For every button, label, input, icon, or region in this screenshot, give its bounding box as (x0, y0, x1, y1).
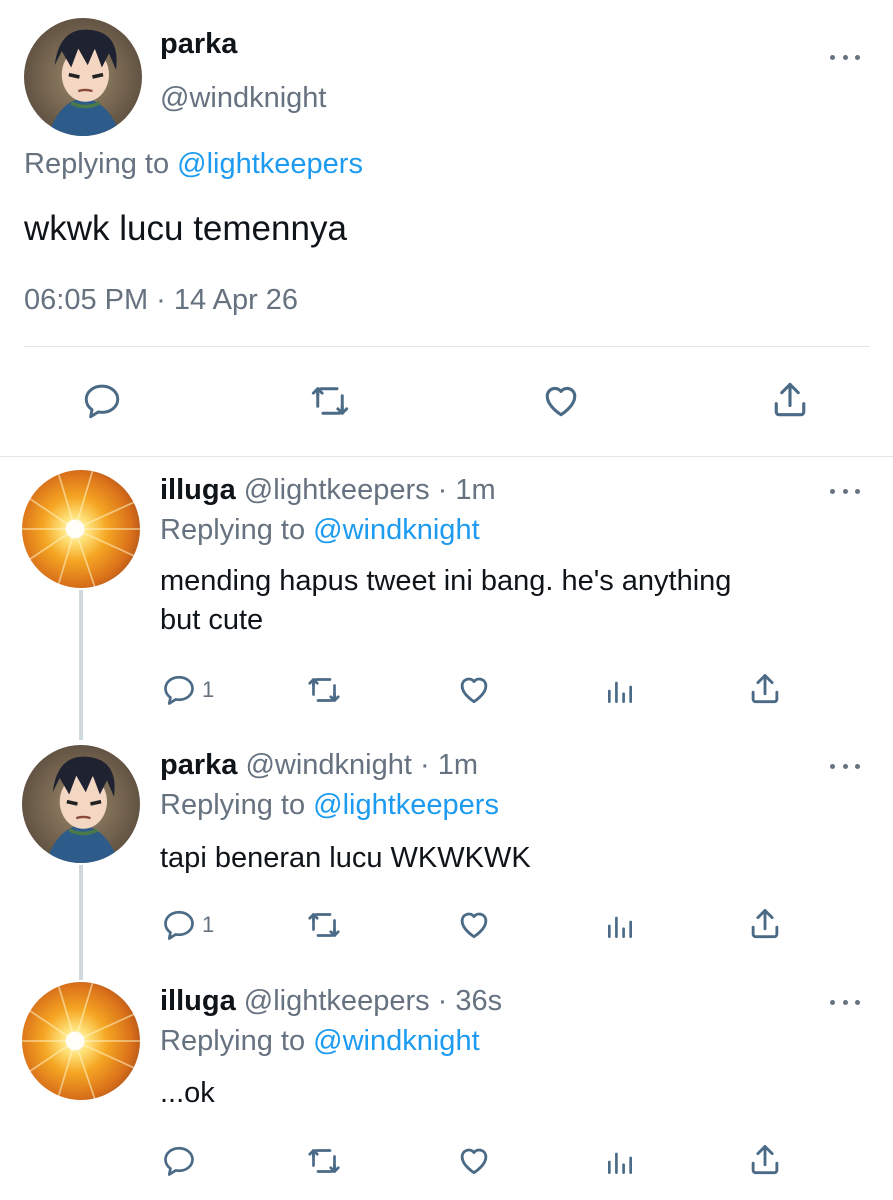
avatar-illuga[interactable] (22, 470, 140, 588)
reply-text-line: ...ok (160, 1077, 215, 1109)
more-icon[interactable] (830, 997, 860, 1007)
share-icon[interactable] (746, 1141, 784, 1179)
replying-to-line: Replying to @lightkeepers (24, 148, 363, 181)
analytics-icon[interactable] (604, 674, 636, 708)
retweet-icon[interactable] (304, 672, 344, 708)
replying-prefix: Replying to (160, 1025, 306, 1057)
replying-to-link[interactable]: @lightkeepers (313, 789, 499, 821)
like-icon[interactable] (454, 905, 494, 943)
replying-to-link[interactable]: @windknight (313, 514, 479, 546)
reply-count: 1 (202, 912, 215, 937)
reply-button[interactable]: 1 (160, 907, 214, 943)
reply-icon (160, 907, 198, 943)
thread-line (79, 590, 83, 740)
retweet-icon[interactable] (304, 1143, 344, 1179)
reply-author-name[interactable]: illuga (160, 474, 236, 506)
retweet-icon[interactable] (304, 907, 344, 943)
reply-meta[interactable]: @lightkeepers · 36s (244, 985, 502, 1017)
replying-to-line: Replying to @windknight (160, 514, 480, 547)
tweet-timestamp[interactable]: 06:05 PM · 14 Apr 26 (24, 284, 298, 317)
analytics-icon[interactable] (604, 1145, 636, 1179)
tweet-text: wkwk lucu temennya (24, 209, 347, 248)
share-icon[interactable] (746, 905, 784, 943)
reply-author-name[interactable]: illuga (160, 985, 236, 1017)
share-icon[interactable] (746, 670, 784, 708)
retweet-icon[interactable] (306, 380, 354, 422)
reply-meta[interactable]: @lightkeepers · 1m (244, 474, 496, 506)
replying-prefix: Replying to (160, 789, 306, 821)
reply-count: 1 (202, 677, 215, 702)
reply-header: parka @windknight · 1m (160, 749, 478, 782)
thread-line (79, 865, 83, 980)
replying-to-line: Replying to @windknight (160, 1025, 480, 1058)
reply-icon[interactable] (80, 380, 124, 422)
avatar-parka[interactable] (22, 745, 140, 863)
replying-prefix: Replying to (24, 148, 170, 180)
reply-button[interactable]: 1 (160, 672, 214, 708)
more-icon[interactable] (830, 486, 860, 496)
divider (24, 346, 870, 347)
reply-text-line: tapi beneran lucu WKWKWK (160, 842, 531, 874)
share-icon[interactable] (768, 378, 812, 422)
analytics-icon[interactable] (604, 909, 636, 943)
more-icon[interactable] (830, 761, 860, 771)
avatar-illuga[interactable] (22, 982, 140, 1100)
like-icon[interactable] (454, 1141, 494, 1179)
reply-header: illuga @lightkeepers · 1m (160, 474, 496, 507)
replying-to-line: Replying to @lightkeepers (160, 789, 499, 822)
avatar-parka[interactable] (24, 18, 142, 136)
replying-to-link[interactable]: @windknight (313, 1025, 479, 1057)
reply-author-name[interactable]: parka (160, 749, 237, 781)
reply-icon[interactable] (160, 1143, 198, 1179)
like-icon[interactable] (454, 670, 494, 708)
like-icon[interactable] (538, 378, 584, 422)
reply-text-line: mending hapus tweet ini bang. he's anyth… (160, 565, 732, 597)
more-icon[interactable] (830, 52, 860, 62)
replying-prefix: Replying to (160, 514, 306, 546)
author-name[interactable]: parka (160, 28, 237, 61)
divider (0, 456, 893, 457)
reply-text-line: but cute (160, 604, 264, 636)
replying-to-link[interactable]: @lightkeepers (177, 148, 363, 180)
reply-header: illuga @lightkeepers · 36s (160, 985, 502, 1018)
author-handle[interactable]: @windknight (160, 82, 326, 115)
reply-meta[interactable]: @windknight · 1m (245, 749, 478, 781)
reply-icon (160, 672, 198, 708)
